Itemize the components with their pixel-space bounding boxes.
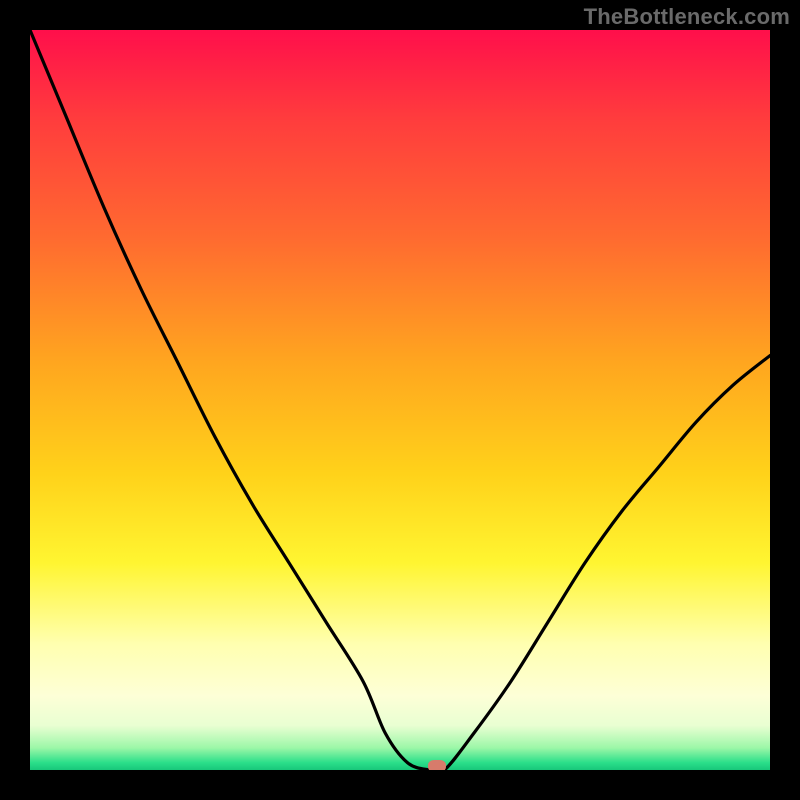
chart-frame: TheBottleneck.com [0,0,800,800]
curve-svg [30,30,770,770]
plot-area [30,30,770,770]
watermark-text: TheBottleneck.com [584,4,790,30]
v-curve-path [30,30,770,770]
minimum-marker [428,760,446,770]
